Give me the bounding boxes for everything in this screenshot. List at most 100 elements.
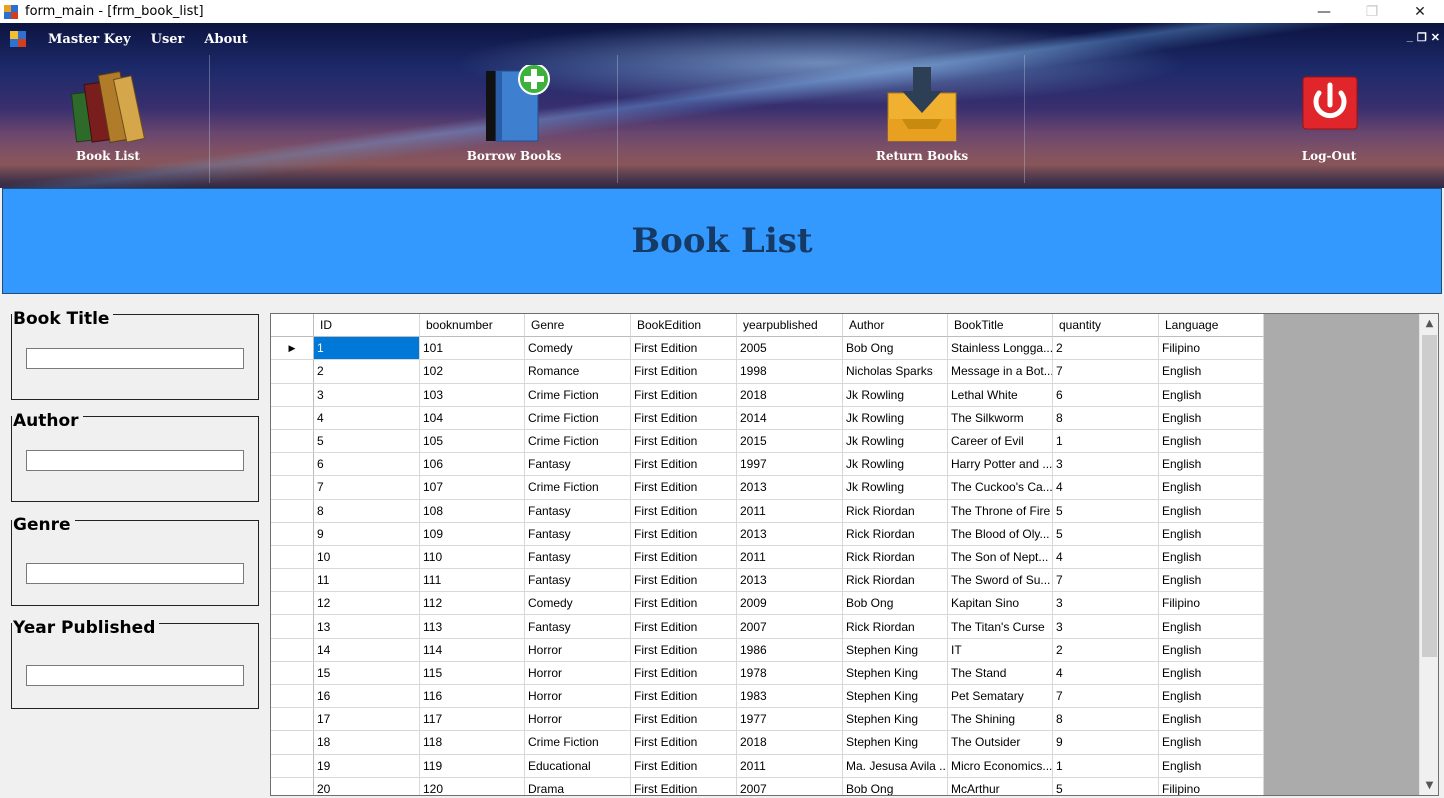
cell-id[interactable]: 1 — [314, 337, 420, 361]
column-header-quantity[interactable]: quantity — [1053, 314, 1159, 338]
cell-book-title[interactable]: Career of Evil — [948, 429, 1053, 454]
cell-quantity[interactable]: 3 — [1053, 615, 1159, 639]
cell-quantity[interactable]: 2 — [1053, 337, 1159, 361]
cell-author[interactable]: Stephen King — [843, 661, 948, 685]
cell-quantity[interactable]: 9 — [1053, 731, 1159, 755]
cell-author[interactable]: Bob Ong — [843, 592, 948, 616]
cell-author[interactable]: Bob Ong — [843, 337, 948, 361]
cell-year-published[interactable]: 2018 — [737, 383, 843, 407]
cell-genre[interactable]: Crime Fiction — [525, 406, 631, 430]
cell-genre[interactable]: Fantasy — [525, 499, 631, 523]
cell-book-edition[interactable]: First Edition — [631, 569, 737, 593]
cell-language[interactable]: English — [1159, 731, 1264, 755]
table-row[interactable]: 7 107 Crime Fiction First Edition 2013 Jk Row… — [271, 476, 1264, 500]
row-header[interactable] — [271, 638, 314, 662]
cell-author[interactable]: Stephen King — [843, 708, 948, 732]
cell-quantity[interactable]: 3 — [1053, 453, 1159, 477]
cell-language[interactable]: English — [1159, 522, 1264, 546]
row-header[interactable] — [271, 569, 314, 593]
cell-book-title[interactable]: The Stand — [948, 661, 1053, 685]
cell-booknumber[interactable]: 115 — [420, 661, 525, 685]
cell-year-published[interactable]: 1997 — [737, 453, 843, 477]
book-list-button[interactable]: Book List — [68, 55, 148, 188]
cell-year-published[interactable]: 2013 — [737, 476, 843, 500]
cell-language[interactable]: English — [1159, 685, 1264, 709]
return-books-button[interactable]: Return Books — [876, 55, 968, 188]
row-header[interactable] — [271, 476, 314, 500]
cell-id[interactable]: 7 — [314, 476, 420, 500]
cell-genre[interactable]: Fantasy — [525, 522, 631, 546]
cell-booknumber[interactable]: 114 — [420, 638, 525, 662]
cell-booknumber[interactable]: 108 — [420, 499, 525, 523]
restore-button[interactable]: ❐ — [1348, 0, 1396, 23]
cell-genre[interactable]: Educational — [525, 754, 631, 778]
row-header[interactable] — [271, 708, 314, 732]
scroll-thumb[interactable] — [1422, 335, 1437, 657]
cell-booknumber[interactable]: 105 — [420, 429, 525, 454]
book-title-input[interactable] — [26, 348, 244, 369]
cell-year-published[interactable]: 2011 — [737, 754, 843, 778]
cell-author[interactable]: Jk Rowling — [843, 476, 948, 500]
cell-book-edition[interactable]: First Edition — [631, 592, 737, 616]
cell-booknumber[interactable]: 119 — [420, 754, 525, 778]
cell-id[interactable]: 3 — [314, 383, 420, 407]
cell-booknumber[interactable]: 107 — [420, 476, 525, 500]
cell-book-title[interactable]: Micro Economics... — [948, 754, 1053, 778]
cell-book-title[interactable]: The Titan's Curse — [948, 615, 1053, 639]
cell-quantity[interactable]: 5 — [1053, 522, 1159, 546]
cell-id[interactable]: 18 — [314, 731, 420, 755]
table-row[interactable]: 9 109 Fantasy First Edition 2013 Rick Riordan… — [271, 522, 1264, 546]
cell-language[interactable]: Filipino — [1159, 337, 1264, 361]
borrow-books-button[interactable]: Borrow Books — [467, 55, 561, 188]
cell-language[interactable]: English — [1159, 569, 1264, 593]
cell-book-edition[interactable]: First Edition — [631, 476, 737, 500]
cell-year-published[interactable]: 2018 — [737, 731, 843, 755]
cell-genre[interactable]: Crime Fiction — [525, 476, 631, 500]
cell-author[interactable]: Stephen King — [843, 685, 948, 709]
cell-id[interactable]: 2 — [314, 360, 420, 384]
cell-id[interactable]: 10 — [314, 545, 420, 570]
table-row[interactable]: 16 116 Horror First Edition 1983 Stephen King… — [271, 685, 1264, 709]
scroll-up-button[interactable]: ▲ — [1420, 314, 1438, 333]
cell-booknumber[interactable]: 113 — [420, 615, 525, 639]
cell-id[interactable]: 17 — [314, 708, 420, 732]
cell-id[interactable]: 16 — [314, 685, 420, 709]
cell-id[interactable]: 4 — [314, 406, 420, 430]
row-header[interactable] — [271, 499, 314, 523]
cell-book-edition[interactable]: First Edition — [631, 337, 737, 361]
cell-author[interactable]: Stephen King — [843, 638, 948, 662]
cell-booknumber[interactable]: 116 — [420, 685, 525, 709]
row-header[interactable] — [271, 545, 314, 570]
cell-book-edition[interactable]: First Edition — [631, 661, 737, 685]
cell-author[interactable]: Rick Riordan — [843, 522, 948, 546]
cell-id[interactable]: 11 — [314, 569, 420, 593]
row-header[interactable] — [271, 522, 314, 546]
cell-quantity[interactable]: 8 — [1053, 406, 1159, 430]
cell-booknumber[interactable]: 120 — [420, 777, 525, 795]
cell-booknumber[interactable]: 106 — [420, 453, 525, 477]
cell-id[interactable]: 9 — [314, 522, 420, 546]
column-header-year-published[interactable]: yearpublished — [737, 314, 843, 338]
row-header[interactable] — [271, 453, 314, 477]
cell-book-title[interactable]: The Sword of Su... — [948, 569, 1053, 593]
table-row[interactable]: 3 103 Crime Fiction First Edition 2018 Jk Row… — [271, 383, 1264, 407]
row-header[interactable] — [271, 429, 314, 454]
table-row[interactable]: 17 117 Horror First Edition 1977 Stephen King… — [271, 708, 1264, 732]
cell-book-title[interactable]: Stainless Longga... — [948, 337, 1053, 361]
cell-booknumber[interactable]: 102 — [420, 360, 525, 384]
cell-booknumber[interactable]: 111 — [420, 569, 525, 593]
cell-booknumber[interactable]: 104 — [420, 406, 525, 430]
cell-quantity[interactable]: 1 — [1053, 429, 1159, 454]
minimize-button[interactable]: — — [1300, 0, 1348, 23]
column-header-genre[interactable]: Genre — [525, 314, 631, 338]
cell-genre[interactable]: Horror — [525, 685, 631, 709]
table-row[interactable]: 14 114 Horror First Edition 1986 Stephen King… — [271, 638, 1264, 662]
column-header-book-edition[interactable]: BookEdition — [631, 314, 737, 338]
cell-book-title[interactable]: The Son of Nept... — [948, 545, 1053, 570]
cell-language[interactable]: English — [1159, 476, 1264, 500]
cell-author[interactable]: Rick Riordan — [843, 545, 948, 570]
cell-id[interactable]: 15 — [314, 661, 420, 685]
vertical-scrollbar[interactable]: ▲ ▼ — [1419, 314, 1438, 795]
cell-author[interactable]: Ma. Jesusa Avila ... — [843, 754, 948, 778]
cell-quantity[interactable]: 3 — [1053, 592, 1159, 616]
